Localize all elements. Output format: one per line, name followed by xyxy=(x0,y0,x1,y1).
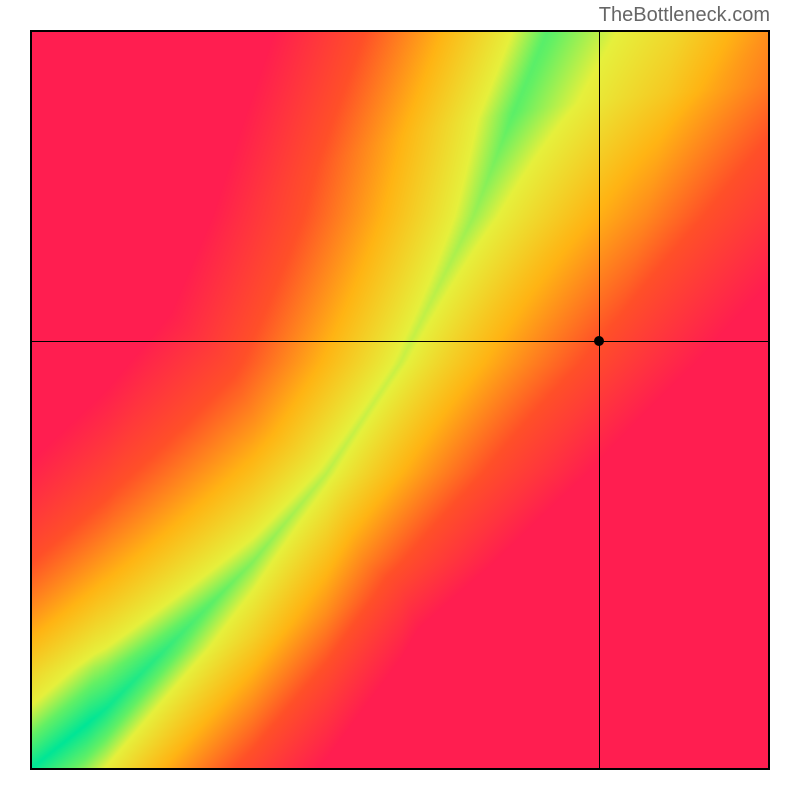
heatmap-plot xyxy=(30,30,770,770)
crosshair-horizontal xyxy=(32,341,768,342)
data-point-marker xyxy=(594,336,604,346)
watermark-text: TheBottleneck.com xyxy=(599,4,770,27)
crosshair-vertical xyxy=(599,32,600,768)
chart-container: TheBottleneck.com xyxy=(0,0,800,800)
heatmap-canvas xyxy=(32,32,768,768)
